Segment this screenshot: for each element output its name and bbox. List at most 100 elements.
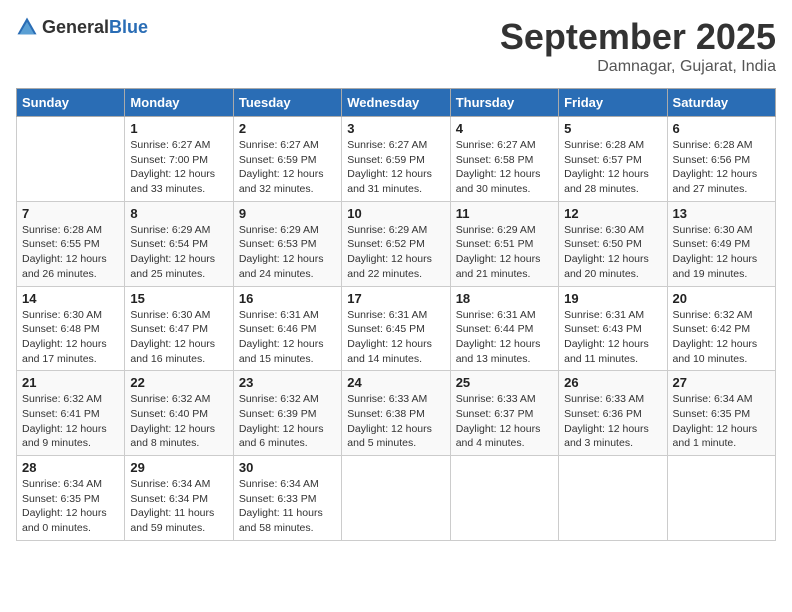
daylight-text: Daylight: 12 hours and 28 minutes. xyxy=(564,167,661,196)
sunrise-text: Sunrise: 6:32 AM xyxy=(239,392,336,407)
sunset-text: Sunset: 6:37 PM xyxy=(456,407,553,422)
sunrise-text: Sunrise: 6:30 AM xyxy=(130,308,227,323)
sunrise-text: Sunrise: 6:33 AM xyxy=(347,392,444,407)
day-info: Sunrise: 6:30 AMSunset: 6:48 PMDaylight:… xyxy=(22,308,119,367)
sunset-text: Sunset: 6:34 PM xyxy=(130,492,227,507)
daylight-text: Daylight: 11 hours and 59 minutes. xyxy=(130,506,227,535)
daylight-text: Daylight: 12 hours and 31 minutes. xyxy=(347,167,444,196)
day-cell: 9Sunrise: 6:29 AMSunset: 6:53 PMDaylight… xyxy=(233,201,341,286)
sunrise-text: Sunrise: 6:33 AM xyxy=(564,392,661,407)
col-header-friday: Friday xyxy=(559,89,667,117)
daylight-text: Daylight: 12 hours and 13 minutes. xyxy=(456,337,553,366)
daylight-text: Daylight: 12 hours and 24 minutes. xyxy=(239,252,336,281)
sunrise-text: Sunrise: 6:30 AM xyxy=(22,308,119,323)
day-number: 19 xyxy=(564,291,661,306)
day-number: 13 xyxy=(673,206,770,221)
day-info: Sunrise: 6:28 AMSunset: 6:56 PMDaylight:… xyxy=(673,138,770,197)
day-info: Sunrise: 6:32 AMSunset: 6:40 PMDaylight:… xyxy=(130,392,227,451)
day-number: 4 xyxy=(456,121,553,136)
day-number: 11 xyxy=(456,206,553,221)
week-row-1: 1Sunrise: 6:27 AMSunset: 7:00 PMDaylight… xyxy=(17,117,776,202)
page-header: GeneralBlue September 2025 Damnagar, Guj… xyxy=(16,16,776,76)
sunset-text: Sunset: 6:41 PM xyxy=(22,407,119,422)
sunset-text: Sunset: 6:49 PM xyxy=(673,237,770,252)
day-info: Sunrise: 6:31 AMSunset: 6:43 PMDaylight:… xyxy=(564,308,661,367)
sunrise-text: Sunrise: 6:27 AM xyxy=(239,138,336,153)
sunrise-text: Sunrise: 6:31 AM xyxy=(564,308,661,323)
day-number: 21 xyxy=(22,375,119,390)
sunset-text: Sunset: 6:55 PM xyxy=(22,237,119,252)
day-cell: 5Sunrise: 6:28 AMSunset: 6:57 PMDaylight… xyxy=(559,117,667,202)
day-cell: 13 Sunrise: 6:30 AMSunset: 6:49 PMDayligh… xyxy=(667,201,775,286)
day-info: Sunrise: 6:27 AMSunset: 6:59 PMDaylight:… xyxy=(347,138,444,197)
logo-text-blue: Blue xyxy=(109,17,148,37)
day-info: Sunrise: 6:31 AMSunset: 6:45 PMDaylight:… xyxy=(347,308,444,367)
sunrise-text: Sunrise: 6:34 AM xyxy=(130,477,227,492)
daylight-text: Daylight: 12 hours and 32 minutes. xyxy=(239,167,336,196)
daylight-text: Daylight: 12 hours and 17 minutes. xyxy=(22,337,119,366)
sunset-text: Sunset: 6:57 PM xyxy=(564,153,661,168)
day-cell: 2Sunrise: 6:27 AMSunset: 6:59 PMDaylight… xyxy=(233,117,341,202)
day-cell: 20Sunrise: 6:32 AMSunset: 6:42 PMDayligh… xyxy=(667,286,775,371)
day-cell: 28Sunrise: 6:34 AMSunset: 6:35 PMDayligh… xyxy=(17,456,125,541)
sunset-text: Sunset: 6:52 PM xyxy=(347,237,444,252)
calendar-subtitle: Damnagar, Gujarat, India xyxy=(500,58,776,76)
day-cell: 15Sunrise: 6:30 AMSunset: 6:47 PMDayligh… xyxy=(125,286,233,371)
day-cell: 4Sunrise: 6:27 AMSunset: 6:58 PMDaylight… xyxy=(450,117,558,202)
calendar-table: SundayMondayTuesdayWednesdayThursdayFrid… xyxy=(16,88,776,541)
daylight-text: Daylight: 12 hours and 10 minutes. xyxy=(673,337,770,366)
daylight-text: Daylight: 12 hours and 11 minutes. xyxy=(564,337,661,366)
day-info: Sunrise: 6:27 AMSunset: 6:59 PMDaylight:… xyxy=(239,138,336,197)
col-header-tuesday: Tuesday xyxy=(233,89,341,117)
day-info: Sunrise: 6:29 AMSunset: 6:54 PMDaylight:… xyxy=(130,223,227,282)
sunrise-text: Sunrise: 6:32 AM xyxy=(130,392,227,407)
day-info: Sunrise: 6:30 AMSunset: 6:47 PMDaylight:… xyxy=(130,308,227,367)
sunset-text: Sunset: 6:54 PM xyxy=(130,237,227,252)
day-info: Sunrise: 6:28 AMSunset: 6:55 PMDaylight:… xyxy=(22,223,119,282)
day-number: 29 xyxy=(130,460,227,475)
sunrise-text: Sunrise: 6:34 AM xyxy=(22,477,119,492)
daylight-text: Daylight: 12 hours and 25 minutes. xyxy=(130,252,227,281)
sunset-text: Sunset: 6:58 PM xyxy=(456,153,553,168)
day-info: Sunrise: 6:30 AMSunset: 6:49 PMDaylight:… xyxy=(673,223,770,282)
day-info: Sunrise: 6:31 AMSunset: 6:44 PMDaylight:… xyxy=(456,308,553,367)
sunrise-text: Sunrise: 6:30 AM xyxy=(564,223,661,238)
sunrise-text: Sunrise: 6:31 AM xyxy=(456,308,553,323)
sunset-text: Sunset: 6:45 PM xyxy=(347,322,444,337)
day-info: Sunrise: 6:32 AMSunset: 6:41 PMDaylight:… xyxy=(22,392,119,451)
day-cell: 6Sunrise: 6:28 AMSunset: 6:56 PMDaylight… xyxy=(667,117,775,202)
col-header-wednesday: Wednesday xyxy=(342,89,450,117)
day-cell: 12 Sunrise: 6:30 AMSunset: 6:50 PMDayligh… xyxy=(559,201,667,286)
day-number: 23 xyxy=(239,375,336,390)
sunset-text: Sunset: 6:56 PM xyxy=(673,153,770,168)
day-cell: 21 Sunrise: 6:32 AMSunset: 6:41 PMDayligh… xyxy=(17,371,125,456)
day-info: Sunrise: 6:31 AMSunset: 6:46 PMDaylight:… xyxy=(239,308,336,367)
day-cell: 25Sunrise: 6:33 AMSunset: 6:37 PMDayligh… xyxy=(450,371,558,456)
sunrise-text: Sunrise: 6:31 AM xyxy=(347,308,444,323)
sunset-text: Sunset: 6:39 PM xyxy=(239,407,336,422)
day-cell: 16Sunrise: 6:31 AMSunset: 6:46 PMDayligh… xyxy=(233,286,341,371)
sunset-text: Sunset: 6:47 PM xyxy=(130,322,227,337)
daylight-text: Daylight: 12 hours and 15 minutes. xyxy=(239,337,336,366)
day-cell xyxy=(559,456,667,541)
sunrise-text: Sunrise: 6:34 AM xyxy=(239,477,336,492)
day-cell: 19 Sunrise: 6:31 AMSunset: 6:43 PMDayligh… xyxy=(559,286,667,371)
sunrise-text: Sunrise: 6:27 AM xyxy=(130,138,227,153)
logo-text-general: General xyxy=(42,17,109,37)
day-info: Sunrise: 6:34 AMSunset: 6:34 PMDaylight:… xyxy=(130,477,227,536)
daylight-text: Daylight: 12 hours and 9 minutes. xyxy=(22,422,119,451)
day-number: 12 xyxy=(564,206,661,221)
day-cell: 30 Sunrise: 6:34 AMSunset: 6:33 PMDayligh… xyxy=(233,456,341,541)
day-info: Sunrise: 6:32 AMSunset: 6:39 PMDaylight:… xyxy=(239,392,336,451)
col-header-sunday: Sunday xyxy=(17,89,125,117)
day-number: 30 xyxy=(239,460,336,475)
day-number: 25 xyxy=(456,375,553,390)
sunset-text: Sunset: 6:42 PM xyxy=(673,322,770,337)
daylight-text: Daylight: 11 hours and 58 minutes. xyxy=(239,506,336,535)
day-info: Sunrise: 6:30 AMSunset: 6:50 PMDaylight:… xyxy=(564,223,661,282)
day-number: 5 xyxy=(564,121,661,136)
daylight-text: Daylight: 12 hours and 3 minutes. xyxy=(564,422,661,451)
sunset-text: Sunset: 6:33 PM xyxy=(239,492,336,507)
daylight-text: Daylight: 12 hours and 21 minutes. xyxy=(456,252,553,281)
sunset-text: Sunset: 6:40 PM xyxy=(130,407,227,422)
